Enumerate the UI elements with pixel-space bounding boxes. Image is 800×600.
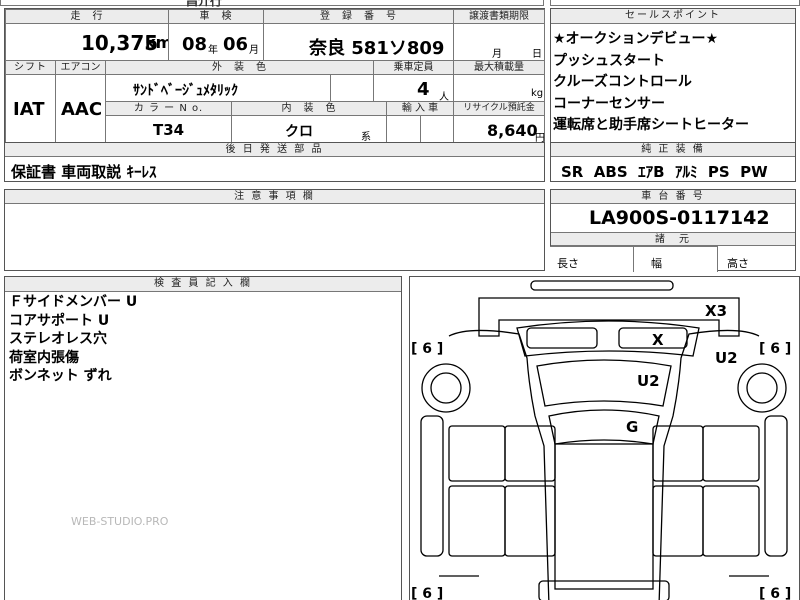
header-inspection: 車 検 [168, 9, 264, 24]
header-transfer-deadline: 譲渡書類期限 [453, 9, 545, 24]
height-label: 高さ [727, 257, 749, 270]
header-max-load: 最大積載量 [453, 60, 545, 75]
selling-point-item: ★オークションデビュー★ [553, 31, 719, 47]
exterior-color-value: ｻﾝﾄﾞﾍﾞｰｼﾞｭﾒﾀﾘｯｸ [133, 83, 238, 99]
transfer-month-unit: 月 [492, 49, 502, 60]
length-label: 長さ [557, 257, 579, 270]
import-cell-b [420, 115, 454, 143]
notes-header: 注 意 事 項 欄 [5, 190, 544, 204]
exterior-color-extra [330, 74, 374, 102]
later-parts-content: 保証書 車両取説 ｷｰﾚｽ [11, 163, 157, 181]
header-import: 輸 入 車 [386, 101, 454, 116]
header-recycle: リサイクル預託金 [453, 101, 545, 116]
shift-value: IAT [13, 99, 45, 120]
header-shift: シフト [5, 60, 56, 75]
tire-depth-label: [ 6 ] [759, 586, 791, 600]
later-parts-header: 後 日 発 送 部 品 [5, 143, 544, 157]
header-mileage: 走 行 [5, 9, 169, 24]
header-aircon: エアコン [55, 60, 106, 75]
damage-mark: G [626, 418, 638, 436]
tire-depth-label: [ 6 ] [411, 586, 443, 600]
inspection-year-unit: 年 [208, 45, 218, 56]
watermark: WEB-STUDIO.PRO [71, 515, 169, 528]
color-no-value: T34 [153, 121, 185, 139]
equipment-header: 純 正 装 備 [551, 143, 795, 157]
inspector-line: ステレオレス穴 [9, 331, 107, 347]
inspector-line: コアサポート U [9, 312, 110, 329]
selling-point-item: クルーズコントロール [553, 74, 692, 90]
chassis-value: LA900S-0117142 [589, 207, 770, 229]
equipment-panel: 純 正 装 備 SR ABS ｴｱB ｱﾙﾐ PS PW [550, 142, 796, 182]
inspector-line: ボンネット ずれ [9, 368, 112, 384]
equipment-content: SR ABS ｴｱB ｱﾙﾐ PS PW [561, 163, 768, 181]
inspector-panel: 検 査 員 記 入 欄 Ｆサイドメンバー U コアサポート U ステレオレス穴 荷室内… [4, 276, 402, 600]
damage-mark: U2 [715, 349, 738, 367]
header-registration: 登 録 番 号 [263, 9, 454, 24]
selling-points-header: セールスポイント [551, 9, 795, 24]
top-cut-right [550, 0, 800, 6]
header-color-no: カ ラ ー N o. [105, 101, 232, 116]
tire-depth-label: [ 6 ] [759, 341, 791, 357]
interior-color-suffix: 系 [361, 132, 371, 143]
selling-point-item: コーナーセンサー [553, 95, 665, 112]
import-cell-a [386, 115, 421, 143]
header-capacity: 乗車定員 [373, 60, 454, 75]
chassis-panel: 車 台 番 号 LA900S-0117142 諸 元 長さ 幅 高さ [550, 189, 796, 272]
registration-value: 奈良 581ソ809 [309, 38, 445, 59]
vehicle-info-table: 走 行 車 検 登 録 番 号 譲渡書類期限 10,375 km 08 年 06… [4, 8, 545, 144]
tire-depth-label: [ 6 ] [411, 341, 443, 357]
inspector-header: 検 査 員 記 入 欄 [5, 277, 401, 292]
aircon-value: AAC [61, 99, 103, 120]
capacity-value: 4 [417, 79, 430, 100]
max-load-unit: kg [531, 88, 544, 99]
vehicle-damage-diagram: X3 X U2 U2 G [ 6 ] [ 6 ] [ 6 ] [ 6 ] [409, 276, 800, 600]
inspection-year: 08 [182, 34, 208, 55]
inspector-lines: Ｆサイドメンバー U コアサポート U ステレオレス穴 荷室内張傷ボンネット ずれ [9, 293, 137, 386]
damage-mark: X3 [705, 302, 727, 320]
header-exterior-color: 外 装 色 [105, 60, 374, 75]
selling-point-item: 運転席と助手席シートヒーター [553, 117, 749, 133]
chassis-header: 車 台 番 号 [551, 190, 795, 204]
header-interior-color: 内 装 色 [231, 101, 387, 116]
interior-color-value: クロ [285, 124, 313, 140]
top-cut-strip [0, 0, 544, 6]
inspection-month-unit: 月 [249, 45, 259, 56]
later-parts-panel: 後 日 発 送 部 品 保証書 車両取説 ｷｰﾚｽ [4, 142, 545, 182]
inspection-month: 06 [223, 34, 249, 55]
dimensions-header: 諸 元 [551, 232, 795, 246]
damage-mark: X [652, 331, 664, 349]
width-label: 幅 [651, 257, 662, 270]
width-cell [633, 246, 718, 272]
transfer-day-unit: 日 [532, 49, 542, 60]
selling-points-panel: セールスポイント ★オークションデビュー★ プッシュスタートクルーズコントロールコ… [550, 8, 796, 143]
selling-points-list: ★オークションデビュー★ プッシュスタートクルーズコントロール コーナーセンサー運転… [553, 29, 749, 137]
inspector-line: 荷室内張傷 [9, 349, 79, 366]
selling-point-item: プッシュスタート [553, 52, 665, 69]
damage-mark: U2 [637, 372, 660, 390]
recycle-value: 8,640 [487, 121, 538, 140]
inspector-line: Ｆサイドメンバー U [9, 294, 138, 310]
notes-panel: 注 意 事 項 欄 [4, 189, 545, 271]
